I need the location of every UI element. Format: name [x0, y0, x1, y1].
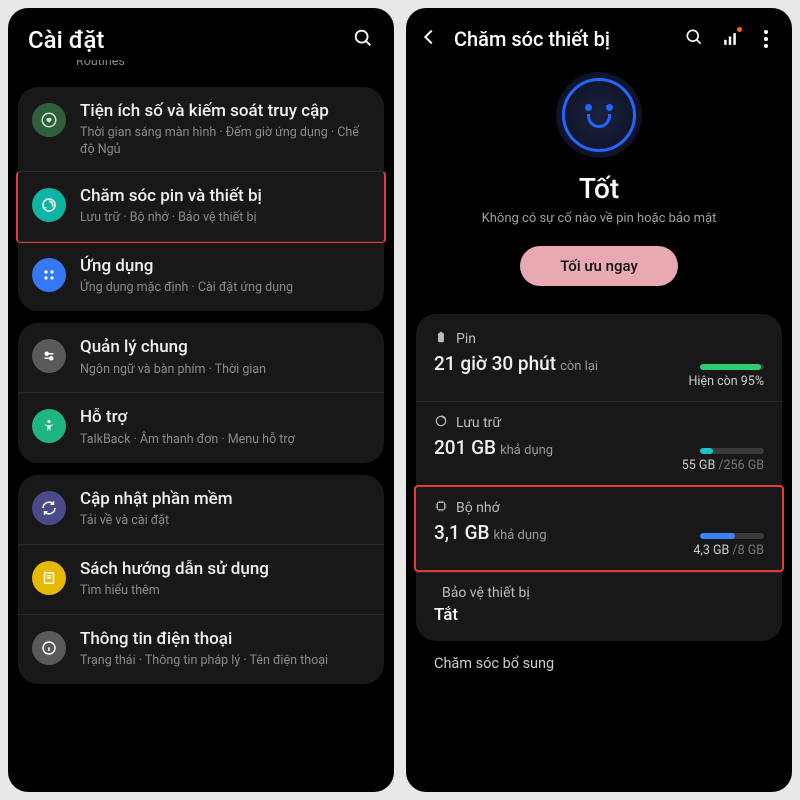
- status-subtitle: Không có sự cố nào về pin hoặc bảo mật: [426, 211, 772, 226]
- memory-suffix: khả dụng: [494, 528, 547, 543]
- storage-value: 201 GB: [434, 436, 496, 459]
- routines-fragment: Routines: [18, 60, 384, 75]
- item-about-phone[interactable]: Thông tin điện thoại Trạng thái · Thông …: [18, 614, 384, 684]
- settings-header: Cài đặt: [8, 8, 394, 60]
- item-subtitle: TalkBack · Âm thanh đơn · Menu hỗ trợ: [80, 432, 370, 449]
- item-software-update[interactable]: Cập nhật phần mềm Tải về và cài đặt: [18, 475, 384, 544]
- settings-group: Tiện ích số và kiếm soát truy cập Thời g…: [18, 87, 384, 311]
- accessibility-icon: [32, 409, 66, 443]
- stat-label: Pin: [456, 331, 476, 347]
- protection-value: Tắt: [434, 605, 764, 625]
- item-subtitle: Lưu trữ · Bộ nhớ · Bảo vệ thiết bị: [80, 210, 370, 227]
- item-apps[interactable]: Ứng dụng Ứng dụng mặc định · Cài đặt ứng…: [18, 241, 384, 311]
- item-title: Sách hướng dẫn sử dụng: [80, 559, 370, 580]
- item-user-manual[interactable]: Sách hướng dẫn sử dụng Tìm hiểu thêm: [18, 544, 384, 614]
- device-care-header: Chăm sóc thiết bị: [406, 8, 792, 58]
- search-icon[interactable]: [684, 27, 704, 51]
- book-icon: [32, 561, 66, 595]
- item-subtitle: Tải về và cài đặt: [80, 513, 370, 530]
- stats-icon[interactable]: [720, 29, 740, 49]
- memory-icon: [434, 499, 448, 517]
- item-subtitle: Ứng dụng mặc định · Cài đặt ứng dụng: [80, 280, 370, 297]
- apps-icon: [32, 258, 66, 292]
- memory-row[interactable]: Bộ nhớ 3,1 GB khả dụng 4,3 GB /8 GB: [414, 485, 784, 572]
- battery-bar: [700, 364, 764, 370]
- storage-icon: [434, 414, 448, 432]
- item-title: Hỗ trợ: [80, 407, 370, 428]
- storage-right: 55 GB /256 GB: [682, 458, 764, 473]
- info-icon: [32, 631, 66, 665]
- item-title: Chăm sóc pin và thiết bị: [80, 186, 370, 207]
- search-icon[interactable]: [352, 27, 374, 53]
- device-care-icon: [32, 188, 66, 222]
- item-subtitle: Thời gian sáng màn hình · Đếm giờ ứng dụ…: [80, 125, 370, 159]
- status-smiley-icon: [556, 72, 642, 158]
- heart-icon: [32, 103, 66, 137]
- status-title: Tốt: [426, 172, 772, 205]
- status-area: Tốt Không có sự cố nào về pin hoặc bảo m…: [406, 58, 792, 302]
- battery-suffix: còn lại: [560, 359, 598, 374]
- settings-group: Cập nhật phần mềm Tải về và cài đặt Sách…: [18, 475, 384, 684]
- device-care-cards: Pin 21 giờ 30 phút còn lại Hiện còn 95% L…: [406, 302, 792, 686]
- sliders-icon: [32, 339, 66, 373]
- memory-bar: [700, 533, 764, 539]
- item-accessibility[interactable]: Hỗ trợ TalkBack · Âm thanh đơn · Menu hỗ…: [18, 392, 384, 462]
- storage-suffix: khả dụng: [500, 443, 553, 458]
- item-digital-wellbeing[interactable]: Tiện ích số và kiếm soát truy cập Thời g…: [18, 87, 384, 173]
- stat-label: Lưu trữ: [456, 415, 501, 431]
- item-device-care[interactable]: Chăm sóc pin và thiết bị Lưu trữ · Bộ nh…: [16, 171, 386, 243]
- item-subtitle: Trạng thái · Thông tin pháp lý · Tên điệ…: [80, 653, 370, 670]
- item-general[interactable]: Quản lý chung Ngôn ngữ và bàn phím · Thờ…: [18, 323, 384, 392]
- battery-value: 21 giờ 30 phút: [434, 352, 556, 375]
- item-title: Tiện ích số và kiếm soát truy cập: [80, 101, 370, 122]
- back-icon[interactable]: [418, 26, 440, 52]
- protection-row[interactable]: Bảo vệ thiết bị Tắt: [416, 572, 782, 637]
- optimize-button[interactable]: Tối ưu ngay: [520, 246, 678, 286]
- item-title: Quản lý chung: [80, 337, 370, 358]
- additional-care-label[interactable]: Chăm sóc bổ sung: [416, 641, 782, 676]
- settings-list[interactable]: Routines Tiện ích số và kiếm soát truy c…: [8, 60, 394, 694]
- settings-title: Cài đặt: [28, 26, 104, 54]
- item-subtitle: Ngôn ngữ và bàn phím · Thời gian: [80, 362, 370, 379]
- stat-label: Bảo vệ thiết bị: [442, 585, 530, 601]
- storage-bar: [700, 448, 764, 454]
- device-care-screen: Chăm sóc thiết bị Tốt Không có sự cố nào…: [406, 8, 792, 792]
- item-title: Thông tin điện thoại: [80, 629, 370, 650]
- more-icon[interactable]: [756, 30, 776, 48]
- settings-screen: Cài đặt Routines Tiện ích số và kiếm soá…: [8, 8, 394, 792]
- device-stats-card: Pin 21 giờ 30 phút còn lại Hiện còn 95% L…: [416, 314, 782, 641]
- storage-row[interactable]: Lưu trữ 201 GB khả dụng 55 GB /256 GB: [416, 401, 782, 485]
- battery-row[interactable]: Pin 21 giờ 30 phút còn lại Hiện còn 95%: [416, 318, 782, 401]
- memory-value: 3,1 GB: [434, 521, 490, 544]
- stat-label: Bộ nhớ: [456, 500, 500, 516]
- device-care-title: Chăm sóc thiết bị: [454, 27, 670, 51]
- item-subtitle: Tìm hiểu thêm: [80, 583, 370, 600]
- item-title: Cập nhật phần mềm: [80, 489, 370, 510]
- memory-right: 4,3 GB /8 GB: [693, 543, 764, 558]
- update-icon: [32, 491, 66, 525]
- notification-dot: [737, 27, 742, 32]
- battery-right: Hiện còn 95%: [689, 374, 764, 389]
- settings-group: Quản lý chung Ngôn ngữ và bàn phím · Thờ…: [18, 323, 384, 462]
- battery-icon: [434, 330, 448, 348]
- item-title: Ứng dụng: [80, 256, 370, 277]
